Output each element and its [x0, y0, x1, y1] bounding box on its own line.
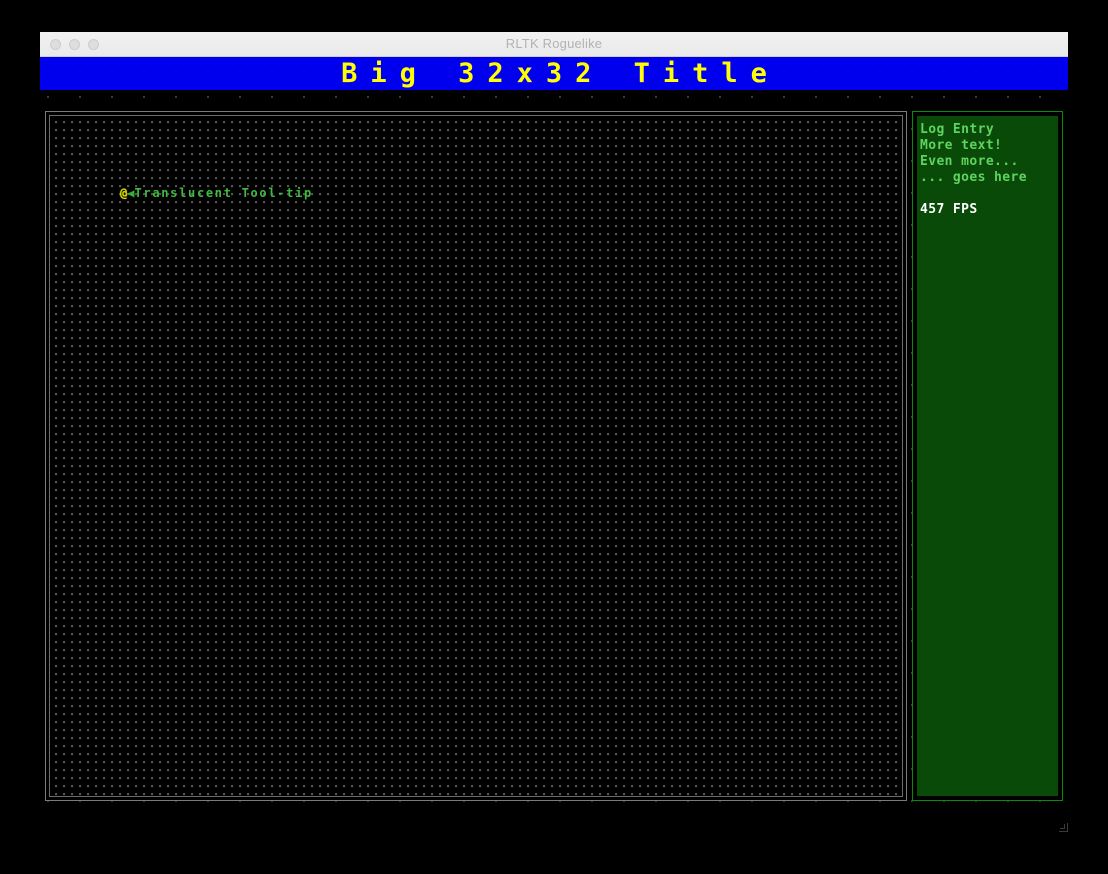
app-window: RLTK Roguelike Big 32x32 Title @ ◀ Trans… [40, 32, 1068, 822]
tooltip-arrow-icon: ◀ [127, 186, 135, 200]
map-panel[interactable]: @ ◀ Translucent Tool-tip [45, 111, 907, 801]
banner-title-text: Big 32x32 Title [341, 58, 780, 89]
log-panel-body: Log Entry More text! Even more... ... go… [917, 116, 1058, 796]
map-viewport[interactable]: @ ◀ Translucent Tool-tip [49, 115, 903, 797]
log-panel[interactable]: Log Entry More text! Even more... ... go… [912, 111, 1063, 801]
log-spacer [920, 186, 1056, 202]
log-entry: Log Entry [920, 122, 995, 137]
title-banner: Big 32x32 Title [40, 57, 1068, 90]
window-titlebar[interactable]: RLTK Roguelike [40, 32, 1068, 57]
log-entry: ... goes here [920, 170, 1027, 185]
log-entry-list: Log Entry More text! Even more... ... go… [920, 122, 1056, 218]
screen: RLTK Roguelike Big 32x32 Title @ ◀ Trans… [0, 0, 1108, 874]
log-entry: Even more... [920, 154, 1019, 169]
window-title: RLTK Roguelike [505, 36, 603, 51]
tooltip-text: Translucent Tool-tip [134, 186, 313, 200]
window-resize-handle[interactable] [1056, 820, 1068, 832]
player-tooltip-row: @ ◀ Translucent Tool-tip [120, 186, 313, 200]
map-floor-dots [50, 116, 902, 796]
player-glyph[interactable]: @ [120, 186, 127, 200]
log-entry: More text! [920, 138, 1003, 153]
game-canvas[interactable]: Big 32x32 Title @ ◀ Translucent Tool-tip [40, 57, 1068, 821]
fps-counter: 457 FPS [920, 202, 978, 217]
